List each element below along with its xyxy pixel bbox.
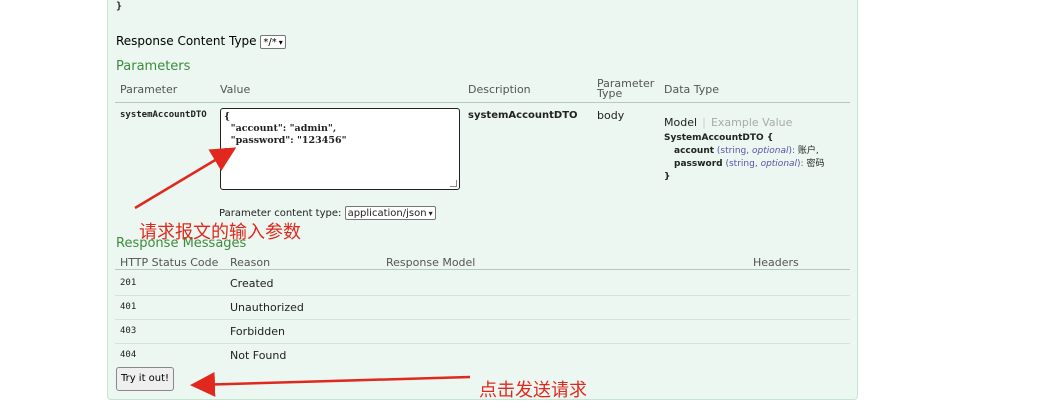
arrow-to-input — [134, 147, 237, 210]
annotation-send-request: 点击发送请求 — [479, 380, 587, 401]
annotation-input-params: 请求报文的输入参数 — [139, 222, 301, 243]
annotation-arrows — [134, 147, 471, 397]
arrow-to-try-button — [190, 371, 471, 397]
